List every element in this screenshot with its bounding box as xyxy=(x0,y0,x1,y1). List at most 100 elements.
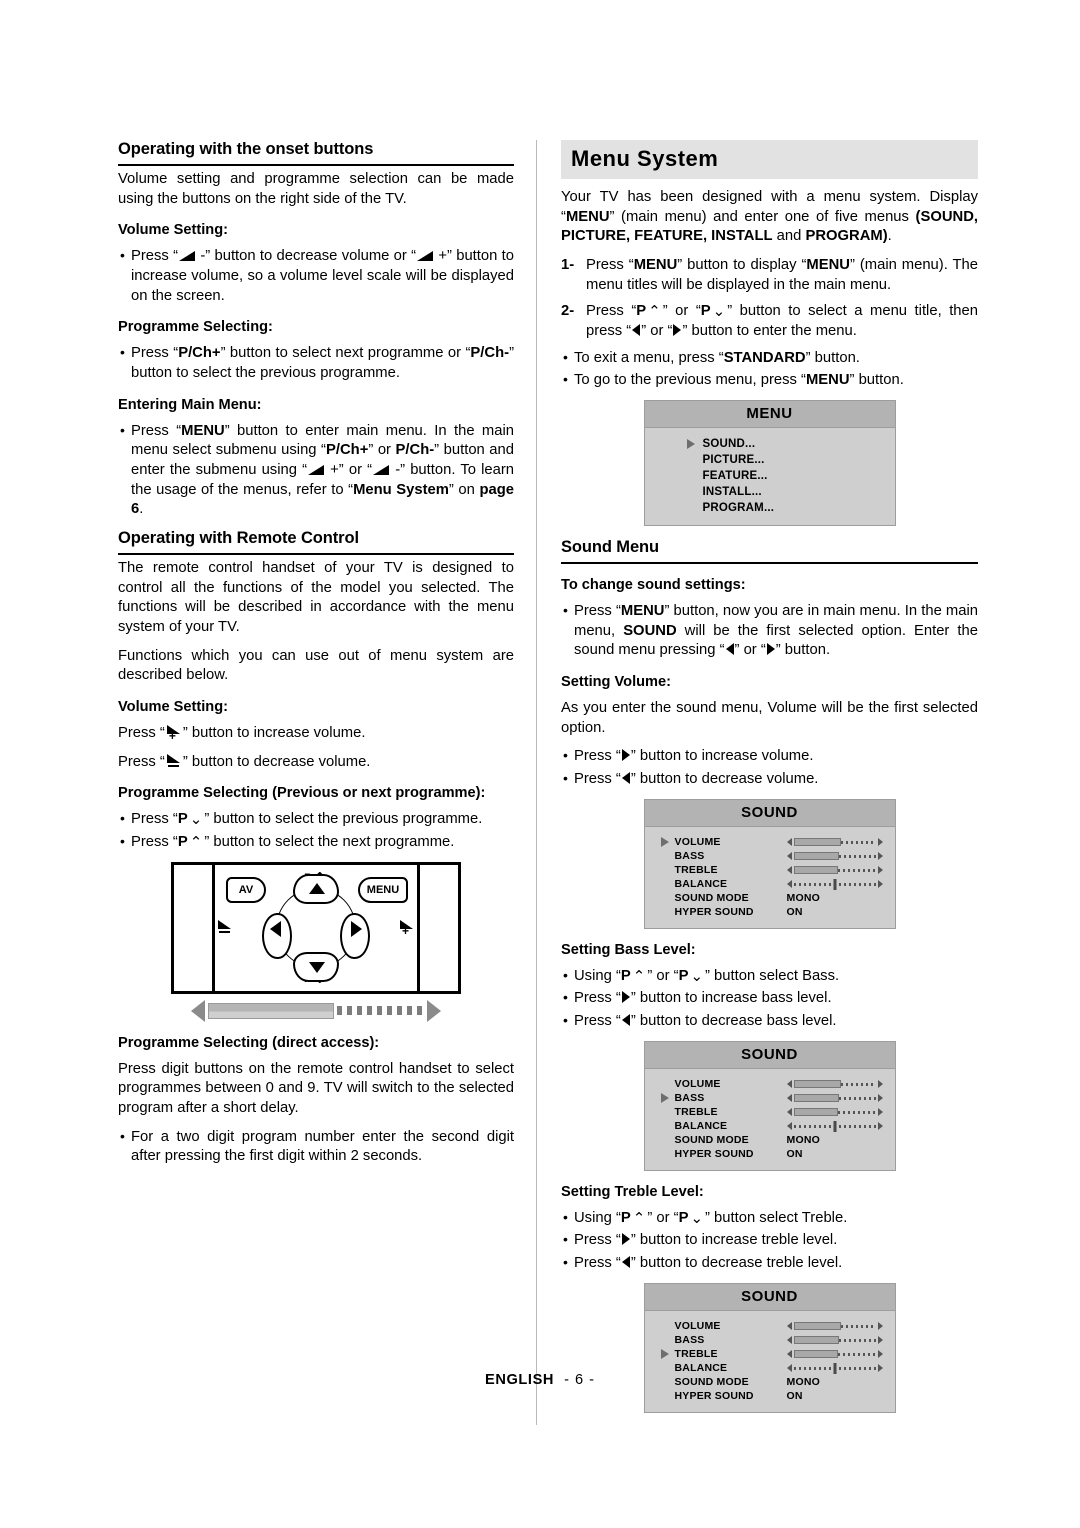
osd-row-volume[interactable]: VOLUME xyxy=(645,835,895,849)
osd-row-label: BASS xyxy=(674,1091,705,1104)
osd-row-hyper-sound[interactable]: HYPER SOUND ON xyxy=(645,905,895,919)
balance-slider[interactable] xyxy=(786,1120,883,1132)
arrow-left-icon xyxy=(786,1349,792,1358)
volume-slider[interactable] xyxy=(786,1079,883,1088)
osd-row-volume[interactable]: VOLUME xyxy=(645,1319,895,1333)
volume-triangle-icon xyxy=(417,250,434,262)
chevron-down-icon: ⌄ xyxy=(690,966,704,985)
arrow-up-icon xyxy=(309,882,325,894)
text-fragment: ” button to decrease volume. xyxy=(182,753,371,770)
osd-row-balance[interactable]: BALANCE xyxy=(645,1119,895,1133)
subheading-change-sound-settings: To change sound settings: xyxy=(561,577,746,594)
slider-fill xyxy=(793,851,840,860)
balance-slider[interactable] xyxy=(786,1362,883,1374)
arrow-right-icon xyxy=(877,1363,883,1372)
bass-slider[interactable] xyxy=(786,1335,883,1344)
osd-title: MENU xyxy=(644,401,895,429)
subheading-volume-setting-remote: Volume Setting: xyxy=(118,699,228,716)
text-fragment: To go to the previous menu, press “ xyxy=(574,372,806,389)
text-fragment: Press “ xyxy=(574,1232,621,1249)
arrow-right-icon xyxy=(877,1349,883,1358)
volume-up-icon: + xyxy=(166,725,181,742)
slider-fill xyxy=(793,837,842,846)
list-item: Press “ ” button to increase treble level… xyxy=(561,1230,978,1251)
arrow-left-icon xyxy=(632,324,641,337)
osd-row-label: VOLUME xyxy=(674,1319,721,1332)
page-footer: ENGLISH - 6 - xyxy=(0,1372,1080,1388)
menu-system-intro: Your TV has been designed with a menu sy… xyxy=(561,188,978,247)
text-fragment: and xyxy=(772,228,806,245)
slider-remainder xyxy=(841,1082,876,1086)
osd-row-treble[interactable]: TREBLE xyxy=(645,1347,895,1361)
list-item: For a two digit program number enter the… xyxy=(118,1127,514,1167)
osd-row-hyper-sound[interactable]: HYPER SOUND ON xyxy=(645,1147,895,1161)
remote-volume-increase-line: Press “+” button to increase volume. xyxy=(118,724,514,744)
osd-row-treble[interactable]: TREBLE xyxy=(645,863,895,877)
text-fragment: Press “ xyxy=(131,811,178,828)
arrow-right-icon xyxy=(351,920,362,937)
arrow-right-icon xyxy=(621,749,630,762)
osd-row-volume[interactable]: VOLUME xyxy=(645,1077,895,1091)
arrow-right-icon xyxy=(877,1079,883,1088)
text-fragment: ” button to decrease treble level. xyxy=(630,1255,843,1272)
balance-slider[interactable] xyxy=(786,878,883,890)
bass-slider[interactable] xyxy=(786,1093,883,1102)
osd-row-bass[interactable]: BASS xyxy=(645,849,895,863)
treble-slider[interactable] xyxy=(786,1107,883,1116)
p-label: P xyxy=(620,1209,631,1226)
list-item: Using “P⌃” or “P⌄” button select Treble. xyxy=(561,1208,978,1229)
osd-body: VOLUME BASS TREBLE BALANCE SOUND MODE MON… xyxy=(645,1069,895,1170)
standard-button-label: STANDARD xyxy=(723,349,806,366)
p-label: P xyxy=(177,834,188,851)
list-item: To go to the previous menu, press “MENU”… xyxy=(561,370,978,391)
osd-menu-item-program[interactable]: PROGRAM... xyxy=(645,500,895,516)
menu-system-reference: Menu System xyxy=(353,481,449,498)
slider-remainder xyxy=(837,1110,876,1114)
osd-row-value: MONO xyxy=(786,1133,820,1146)
menu-button-label: MENU xyxy=(633,257,678,274)
slider-track xyxy=(793,1362,876,1374)
osd-row-bass[interactable]: BASS xyxy=(645,1333,895,1347)
bass-slider[interactable] xyxy=(786,851,883,860)
text-fragment: Press “ xyxy=(574,748,621,765)
scale-filled-portion xyxy=(208,1002,334,1019)
volume-slider[interactable] xyxy=(786,837,883,846)
osd-row-bass[interactable]: BASS xyxy=(645,1091,895,1105)
osd-row-sound-mode[interactable]: SOUND MODE MONO xyxy=(645,891,895,905)
remote-direction-pad[interactable] xyxy=(262,873,370,982)
osd-menu-item-picture[interactable]: PICTURE... xyxy=(645,452,895,468)
treble-slider[interactable] xyxy=(786,1349,883,1358)
remote-av-button[interactable]: AV xyxy=(226,876,266,903)
remote-intro-paragraph-1: The remote control handset of your TV is… xyxy=(118,560,514,636)
slider-track xyxy=(793,1107,876,1116)
osd-row-balance[interactable]: BALANCE xyxy=(645,877,895,891)
osd-row-hyper-sound[interactable]: HYPER SOUND ON xyxy=(645,1389,895,1403)
osd-menu-item-sound[interactable]: SOUND... xyxy=(645,436,895,452)
osd-menu-item-feature[interactable]: FEATURE... xyxy=(645,468,895,484)
osd-row-label: HYPER SOUND xyxy=(674,1147,754,1160)
osd-row-value: MONO xyxy=(786,891,820,904)
setting-treble-list: Using “P⌃” or “P⌄” button select Treble.… xyxy=(561,1208,978,1274)
text-fragment: -” button to decrease volume or “ xyxy=(196,248,417,265)
list-item: Press “P/Ch+” button to select next prog… xyxy=(118,343,514,383)
text-fragment: Press “ xyxy=(586,303,637,320)
slider-remainder xyxy=(837,868,876,872)
osd-row-treble[interactable]: TREBLE xyxy=(645,1105,895,1119)
osd-menu-item-install[interactable]: INSTALL... xyxy=(645,484,895,500)
menu-button-label: MENU xyxy=(565,208,610,225)
text-fragment: Using “ xyxy=(574,1209,621,1226)
osd-row-label: VOLUME xyxy=(674,835,721,848)
chevron-down-icon: ⌄ xyxy=(690,1208,704,1227)
volume-slider[interactable] xyxy=(786,1321,883,1330)
list-item: Press “P⌃” button to select the next pro… xyxy=(118,832,514,853)
osd-row-sound-mode[interactable]: SOUND MODE MONO xyxy=(645,1133,895,1147)
osd-title: SOUND xyxy=(644,799,895,827)
list-item: Press “P⌄” button to select the previous… xyxy=(118,809,514,830)
slider-track xyxy=(793,1120,876,1132)
text-fragment: ” button to increase treble level. xyxy=(630,1232,838,1249)
left-column: Operating with the onset buttons Volume … xyxy=(118,140,536,1425)
arrow-right-icon xyxy=(621,991,630,1004)
treble-slider[interactable] xyxy=(786,865,883,874)
remote-body: AV MENU P⌃ P⌄ + xyxy=(171,861,461,994)
selection-cursor-icon xyxy=(686,439,695,450)
